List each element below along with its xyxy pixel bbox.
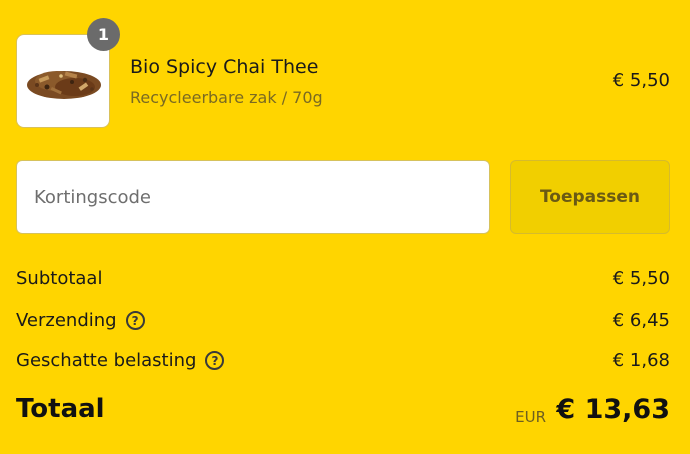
subtotal-label: Subtotaal <box>16 268 102 289</box>
subtotal-label-text: Subtotaal <box>16 268 103 289</box>
order-summary: 1 Bio Spicy Chai Thee Recycleerbare zak … <box>0 0 690 454</box>
product-thumbnail: 1 <box>16 18 120 128</box>
product-price: € 5,50 <box>612 70 670 91</box>
discount-code-input[interactable] <box>16 160 490 234</box>
total-currency: EUR <box>515 408 546 426</box>
question-circle-icon[interactable]: ? <box>205 351 225 370</box>
quantity-badge: 1 <box>87 18 120 51</box>
tax-value: € 1,68 <box>612 350 670 371</box>
total-row: Totaal EUR € 13,63 <box>16 394 670 434</box>
apply-discount-button[interactable]: Toepassen <box>510 160 670 234</box>
shipping-value: € 6,45 <box>612 310 670 331</box>
subtotal-value: € 5,50 <box>612 268 670 289</box>
tax-row: Geschatte belasting ? € 1,68 <box>16 350 670 378</box>
tax-label-text: Geschatte belasting <box>16 350 197 371</box>
question-circle-icon[interactable]: ? <box>125 311 145 330</box>
shipping-label: Verzending ? <box>16 310 145 331</box>
subtotal-row: Subtotaal € 5,50 <box>16 268 670 296</box>
product-name: Bio Spicy Chai Thee <box>130 56 319 78</box>
line-item: 1 Bio Spicy Chai Thee Recycleerbare zak … <box>16 18 670 130</box>
tax-label: Geschatte belasting ? <box>16 350 225 371</box>
product-variant: Recycleerbare zak / 70g <box>130 88 323 107</box>
shipping-row: Verzending ? € 6,45 <box>16 310 670 338</box>
shipping-label-text: Verzending <box>16 310 117 331</box>
total-label: Totaal <box>16 394 105 424</box>
total-value: € 13,63 <box>556 394 670 425</box>
